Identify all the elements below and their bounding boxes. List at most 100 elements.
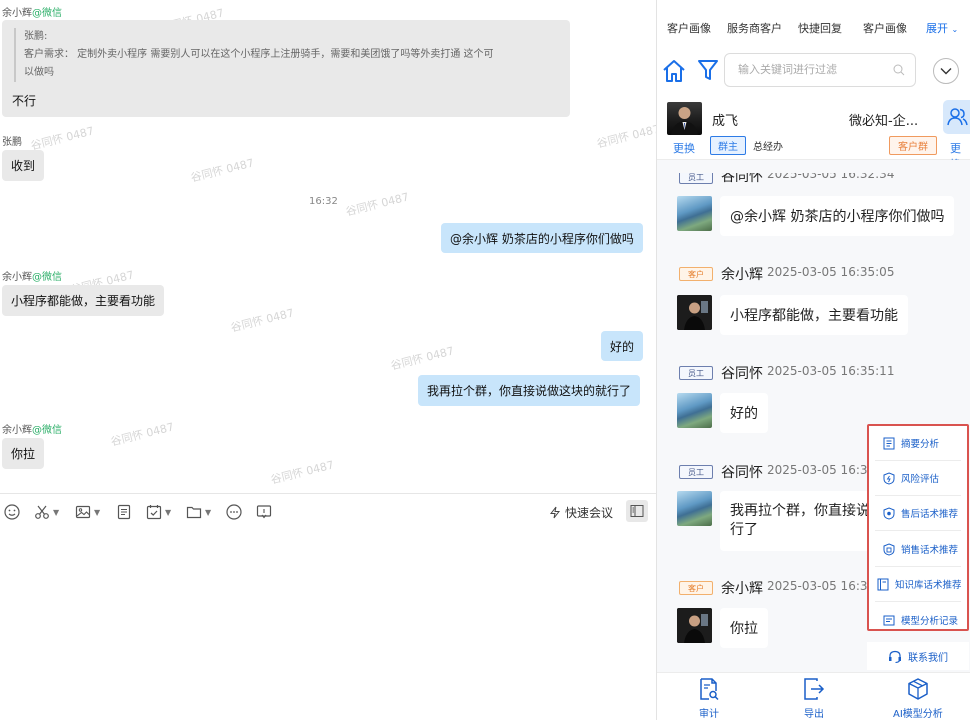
export-nav-button[interactable]: 导出	[803, 677, 825, 720]
panel-tab-bar: 客户画像 服务商客户 快捷回复 客户画像 展开 ⌄	[657, 0, 970, 40]
quoted-message-bubble[interactable]: 张鹏: 客户需求： 定制外卖小程序 需要别人可以在这个小程序上注册骑手，需要和美…	[2, 20, 570, 117]
tab-customer-profile[interactable]: 客户画像	[667, 20, 711, 36]
change-owner-link[interactable]: 更换	[673, 140, 695, 156]
app-window: 谷同怀 0487 谷同怀 0487 谷同怀 0487 谷同怀 0487 谷同怀 …	[0, 0, 970, 720]
summary-doc-icon	[883, 437, 895, 449]
message-sender-name: 余小辉	[721, 581, 763, 597]
task-checklist-icon[interactable]: ▼	[146, 503, 171, 521]
record-list-icon	[883, 615, 895, 625]
audit-nav-button[interactable]: 审计	[699, 677, 719, 720]
message-input[interactable]	[0, 530, 656, 720]
owner-department: 总经办	[753, 142, 783, 153]
composer-toolbar: ▼ ▼ ▼ ▼ 快速会议	[0, 493, 656, 530]
risk-assessment-button[interactable]: 风险评估	[869, 461, 967, 495]
message-bubble[interactable]: 你拉	[720, 608, 768, 648]
home-icon[interactable]	[661, 58, 687, 84]
menu-label: 销售话术推荐	[901, 545, 959, 556]
divider	[875, 530, 961, 531]
message-time: 2025-03-05 16:3	[767, 463, 868, 477]
avatar	[677, 393, 712, 428]
message-sender: 余小辉@微信	[2, 8, 62, 19]
knowledge-base-script-button[interactable]: 知识库话术推荐	[869, 567, 967, 601]
group-users-icon	[946, 108, 968, 126]
role-tag-customer: 客户	[679, 267, 713, 281]
watermark: 谷同怀 0487	[109, 420, 176, 449]
group-owner-badge: 群主	[710, 136, 746, 155]
company-name: 微必知-企...	[849, 114, 919, 129]
message-bubble[interactable]: 收到	[2, 150, 45, 181]
quick-meeting-button[interactable]: 快速会议	[549, 504, 613, 521]
model-analysis-log-button[interactable]: 模型分析记录	[869, 603, 967, 637]
message-timestamp: 16:32	[309, 196, 338, 207]
aftersales-shield-icon	[883, 506, 895, 520]
menu-label: 知识库话术推荐	[895, 580, 962, 591]
chevron-down-icon	[940, 68, 952, 75]
more-options-icon[interactable]	[226, 503, 242, 521]
nav-label: AI模型分析	[893, 709, 943, 720]
avatar	[677, 196, 712, 231]
tab-quick-reply[interactable]: 快捷回复	[798, 20, 842, 36]
chevron-down-icon: ▼	[165, 507, 172, 517]
lightning-icon	[549, 506, 561, 519]
message-bubble[interactable]: @余小辉 奶茶店的小程序你们做吗	[720, 196, 955, 236]
message-sender-name: 谷同怀	[721, 465, 763, 481]
message-sender: 余小辉@微信	[2, 425, 62, 436]
summary-analysis-button[interactable]: 摘要分析	[869, 426, 967, 460]
quick-meeting-label: 快速会议	[565, 506, 614, 520]
message-sender-name: 余小辉	[721, 267, 763, 283]
image-icon[interactable]: ▼	[75, 503, 100, 521]
owner-name: 成飞	[712, 114, 739, 129]
emoji-icon[interactable]	[4, 503, 20, 521]
group-members-button[interactable]	[943, 100, 970, 134]
message-text-line: 我再拉个群，你直接说	[730, 503, 870, 519]
tab-provider-customers[interactable]: 服务商客户	[727, 20, 782, 36]
screen-share-icon[interactable]	[256, 503, 272, 521]
avatar	[667, 102, 702, 135]
after-sales-script-button[interactable]: 售后话术推荐	[869, 496, 967, 530]
message-bubble[interactable]: 好的	[720, 393, 768, 433]
shield-icon	[883, 471, 895, 485]
message-bubble[interactable]: 小程序都能做，主要看功能	[720, 295, 908, 335]
role-tag-staff: 员工	[679, 465, 713, 479]
message-bubble-sent[interactable]: 我再拉个群，你直接说做这块的就行了	[418, 375, 641, 406]
message-bubble[interactable]: 你拉	[2, 438, 45, 469]
keyword-filter-input[interactable]	[738, 63, 888, 76]
knowledge-book-icon	[877, 578, 889, 590]
role-tag-staff: 员工	[679, 366, 713, 380]
watermark: 谷同怀 0487	[269, 458, 336, 487]
nav-label: 导出	[804, 709, 824, 720]
chevron-down-icon: ▼	[94, 507, 101, 517]
watermark: 谷同怀 0487	[344, 190, 411, 219]
watermark: 谷同怀 0487	[189, 156, 256, 185]
keyword-filter-field[interactable]	[724, 53, 916, 87]
divider	[875, 601, 961, 602]
ai-model-analysis-nav-button[interactable]: AI模型分析	[893, 677, 943, 720]
contact-us-button[interactable]: 联系我们	[867, 642, 969, 670]
watermark: 谷同怀 0487	[595, 122, 656, 151]
collapse-toggle-button[interactable]	[933, 58, 959, 84]
message-bubble[interactable]: 我再拉个群，你直接说 行了	[720, 491, 880, 551]
message-bubble-sent[interactable]: 好的	[601, 331, 644, 361]
avatar	[677, 295, 712, 330]
screenshot-scissors-icon[interactable]: ▼	[34, 503, 59, 521]
watermark: 谷同怀 0487	[389, 344, 456, 373]
tab-expand-button[interactable]: 展开 ⌄	[926, 20, 958, 36]
scroll-mask	[657, 160, 970, 173]
watermark: 谷同怀 0487	[229, 306, 296, 335]
nav-label: 审计	[699, 709, 719, 720]
side-panel-toggle[interactable]	[626, 500, 648, 522]
chat-message-area: 谷同怀 0487 谷同怀 0487 谷同怀 0487 谷同怀 0487 谷同怀 …	[0, 0, 656, 493]
tab-customer-profile-2[interactable]: 客户画像	[863, 20, 907, 36]
menu-label: 模型分析记录	[901, 616, 959, 627]
message-bubble-sent[interactable]: @余小辉 奶茶店的小程序你们做吗	[441, 223, 643, 253]
watermark: 谷同怀 0487	[29, 124, 96, 153]
folder-icon[interactable]: ▼	[186, 503, 211, 521]
filter-icon[interactable]	[697, 58, 719, 82]
message-bubble[interactable]: 小程序都能做，主要看功能	[2, 285, 165, 316]
message-time: 2025-03-05 16:35:05	[767, 265, 895, 279]
document-icon[interactable]	[116, 503, 132, 521]
sales-script-button[interactable]: 销售话术推荐	[869, 532, 967, 566]
audit-doc-search-icon	[700, 678, 719, 701]
headset-icon	[889, 650, 901, 663]
message-sender: 张鹏	[2, 137, 22, 148]
